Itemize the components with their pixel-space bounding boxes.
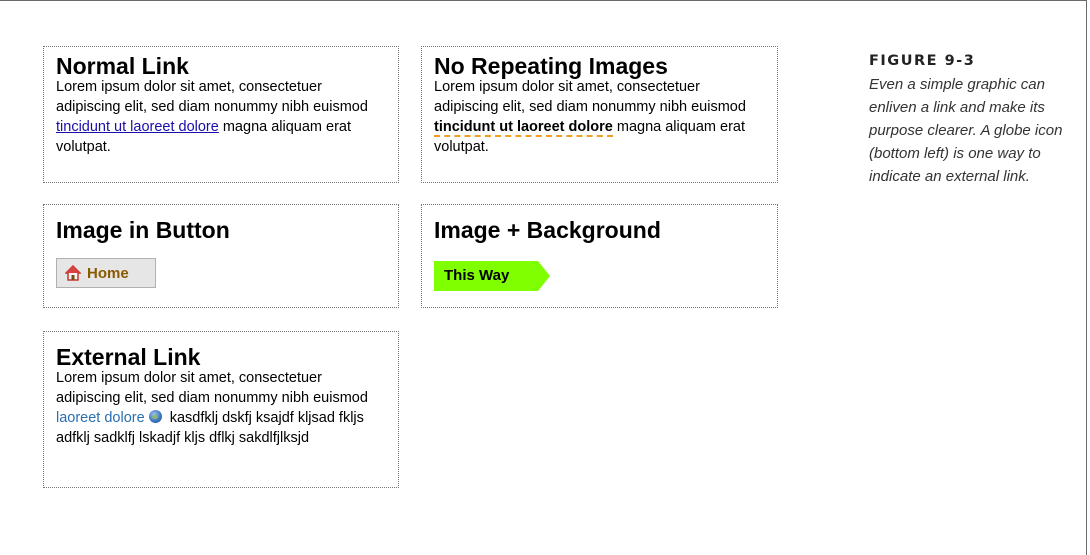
- no-repeat-paragraph: Lorem ipsum dolor sit amet, consectetuer…: [434, 77, 765, 157]
- normal-link[interactable]: tincidunt ut laoreet dolore: [56, 119, 219, 135]
- external-link[interactable]: laoreet dolore: [56, 410, 145, 426]
- image-in-button-box: Image in Button Home: [43, 204, 399, 308]
- normal-link-text-before: Lorem ipsum dolor sit amet, consectetuer…: [56, 79, 368, 115]
- external-link-heading: External Link: [56, 344, 201, 370]
- external-link-box: External Link Lorem ipsum dolor sit amet…: [43, 331, 399, 488]
- no-repeat-heading: No Repeating Images: [434, 53, 668, 79]
- normal-link-paragraph: Lorem ipsum dolor sit amet, consectetuer…: [56, 77, 386, 157]
- image-background-heading: Image + Background: [434, 217, 661, 243]
- figure-number: FIGURE 9-3: [869, 53, 976, 69]
- normal-link-box: Normal Link Lorem ipsum dolor sit amet, …: [43, 46, 399, 183]
- no-repeat-link[interactable]: tincidunt ut laoreet dolore: [434, 119, 613, 137]
- figure-caption: FIGURE 9-3 Even a simple graphic can enl…: [869, 53, 1074, 188]
- this-way-label: This Way: [444, 267, 510, 284]
- figure-caption-text: Even a simple graphic can enliven a link…: [869, 76, 1063, 185]
- home-button-label: Home: [87, 264, 129, 282]
- normal-link-heading: Normal Link: [56, 53, 189, 79]
- house-icon: [64, 264, 82, 281]
- no-repeat-text-before: Lorem ipsum dolor sit amet, consectetuer…: [434, 79, 746, 115]
- home-button[interactable]: Home: [56, 258, 156, 288]
- no-repeat-box: No Repeating Images Lorem ipsum dolor si…: [421, 46, 778, 183]
- image-background-box: Image + Background This Way: [421, 204, 778, 308]
- image-in-button-heading: Image in Button: [56, 217, 230, 243]
- external-link-paragraph: Lorem ipsum dolor sit amet, consectetuer…: [56, 368, 386, 448]
- globe-icon: [148, 410, 162, 423]
- external-text-before: Lorem ipsum dolor sit amet, consectetuer…: [56, 370, 368, 406]
- this-way-button[interactable]: This Way: [434, 261, 550, 291]
